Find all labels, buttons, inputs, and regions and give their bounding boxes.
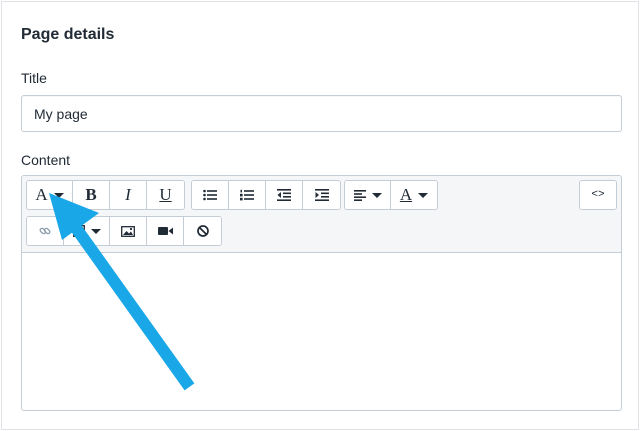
indent-button[interactable] <box>303 181 340 209</box>
card-title: Page details <box>21 26 115 43</box>
chevron-down-icon <box>418 192 429 198</box>
table-icon <box>72 225 85 237</box>
align-dropdown[interactable] <box>345 181 391 209</box>
chevron-down-icon <box>90 228 101 234</box>
outdent-icon <box>277 189 291 201</box>
editor-toolbar: A B I U A <> <box>22 176 621 253</box>
video-icon <box>157 227 173 235</box>
numbered-list-button[interactable] <box>229 181 266 209</box>
html-toggle-button[interactable]: <> <box>580 181 616 209</box>
bold-icon: B <box>85 185 97 204</box>
page-details-card: Page details Title Content A B I U <box>1 1 639 430</box>
code-icon: <> <box>591 189 605 201</box>
html-toggle-group: <> <box>579 180 617 210</box>
table-dropdown[interactable] <box>64 217 110 245</box>
link-button[interactable] <box>27 217 64 245</box>
italic-button[interactable]: I <box>110 181 147 209</box>
bulleted-list-button[interactable] <box>192 181 229 209</box>
link-icon <box>39 227 51 235</box>
italic-icon: I <box>125 185 131 204</box>
list-group <box>191 180 341 210</box>
content-label: Content <box>21 152 71 168</box>
font-style-icon: A <box>35 185 48 204</box>
font-format-dropdown[interactable]: A <box>27 181 73 209</box>
video-button[interactable] <box>147 217 184 245</box>
align-color-group: A <box>344 180 438 210</box>
outdent-button[interactable] <box>266 181 303 209</box>
insert-group <box>26 216 222 246</box>
rich-text-editor: A B I U A <> <box>21 175 622 411</box>
title-label: Title <box>21 70 47 86</box>
text-format-group: A B I U <box>26 180 185 210</box>
bold-button[interactable]: B <box>73 181 110 209</box>
clear-format-icon <box>196 225 209 237</box>
indent-icon <box>314 189 329 201</box>
numbered-list-icon <box>240 189 254 201</box>
align-icon <box>353 189 366 201</box>
chevron-down-icon <box>371 192 382 198</box>
text-color-icon: A <box>399 185 413 204</box>
clear-formatting-button[interactable] <box>184 217 221 245</box>
underline-icon: U <box>159 185 172 204</box>
image-button[interactable] <box>110 217 147 245</box>
content-editable-area[interactable] <box>22 253 621 410</box>
title-input[interactable] <box>21 95 622 132</box>
underline-button[interactable]: U <box>147 181 184 209</box>
chevron-down-icon <box>53 192 64 198</box>
text-color-dropdown[interactable]: A <box>391 181 437 209</box>
image-icon <box>121 225 135 237</box>
bulleted-list-icon <box>203 189 217 201</box>
